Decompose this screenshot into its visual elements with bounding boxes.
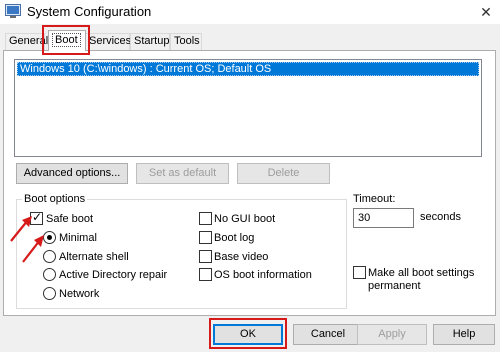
alternate-shell-label: Alternate shell	[59, 251, 129, 263]
red-annotation-arrow-icon	[22, 235, 44, 263]
tab-services[interactable]: Services	[85, 33, 132, 50]
no-gui-boot-checkbox[interactable]	[199, 212, 212, 225]
close-icon: ✕	[480, 4, 492, 20]
apply-button[interactable]: Apply	[357, 324, 427, 345]
timeout-unit-label: seconds	[420, 211, 461, 223]
cancel-button[interactable]: Cancel	[293, 324, 363, 345]
minimal-label: Minimal	[59, 232, 97, 244]
set-as-default-button[interactable]: Set as default	[136, 163, 229, 184]
make-permanent-label-line1: Make all boot settings	[368, 267, 475, 279]
tab-label: Startup	[134, 35, 170, 47]
os-list-item[interactable]: Windows 10 (C:\windows) : Current OS; De…	[17, 62, 479, 76]
boot-log-label: Boot log	[214, 232, 255, 244]
delete-button[interactable]: Delete	[237, 163, 330, 184]
tab-label: Tools	[174, 35, 200, 47]
tab-startup[interactable]: Startup	[130, 33, 170, 50]
safe-boot-label: Safe boot	[46, 213, 94, 225]
boot-tab-highlight	[42, 25, 90, 55]
help-button[interactable]: Help	[433, 324, 495, 345]
tab-general[interactable]: General	[5, 33, 48, 50]
boot-log-checkbox[interactable]	[199, 231, 212, 244]
ok-button-highlight	[209, 318, 287, 349]
active-directory-repair-label: Active Directory repair	[59, 269, 168, 281]
base-video-checkbox[interactable]	[199, 250, 212, 263]
make-permanent-checkbox[interactable]	[353, 266, 366, 279]
make-permanent-label-line2: permanent	[368, 280, 421, 292]
base-video-label: Base video	[214, 251, 269, 263]
timeout-label: Timeout:	[353, 193, 396, 205]
window-title: System Configuration	[27, 4, 152, 19]
timeout-input[interactable]: 30	[353, 208, 414, 228]
close-button[interactable]: ✕	[476, 3, 496, 21]
boot-options-title: Boot options	[22, 193, 88, 205]
os-boot-information-checkbox[interactable]	[199, 268, 212, 281]
network-radio[interactable]	[43, 287, 56, 300]
tab-label: Services	[89, 35, 132, 47]
no-gui-boot-label: No GUI boot	[214, 213, 276, 225]
tab-tools[interactable]: Tools	[170, 33, 202, 50]
active-directory-repair-radio[interactable]	[43, 268, 56, 281]
os-boot-information-label: OS boot information	[214, 269, 312, 281]
advanced-options-button[interactable]: Advanced options...	[16, 163, 128, 184]
network-label: Network	[59, 288, 100, 300]
system-configuration-icon	[5, 4, 21, 18]
